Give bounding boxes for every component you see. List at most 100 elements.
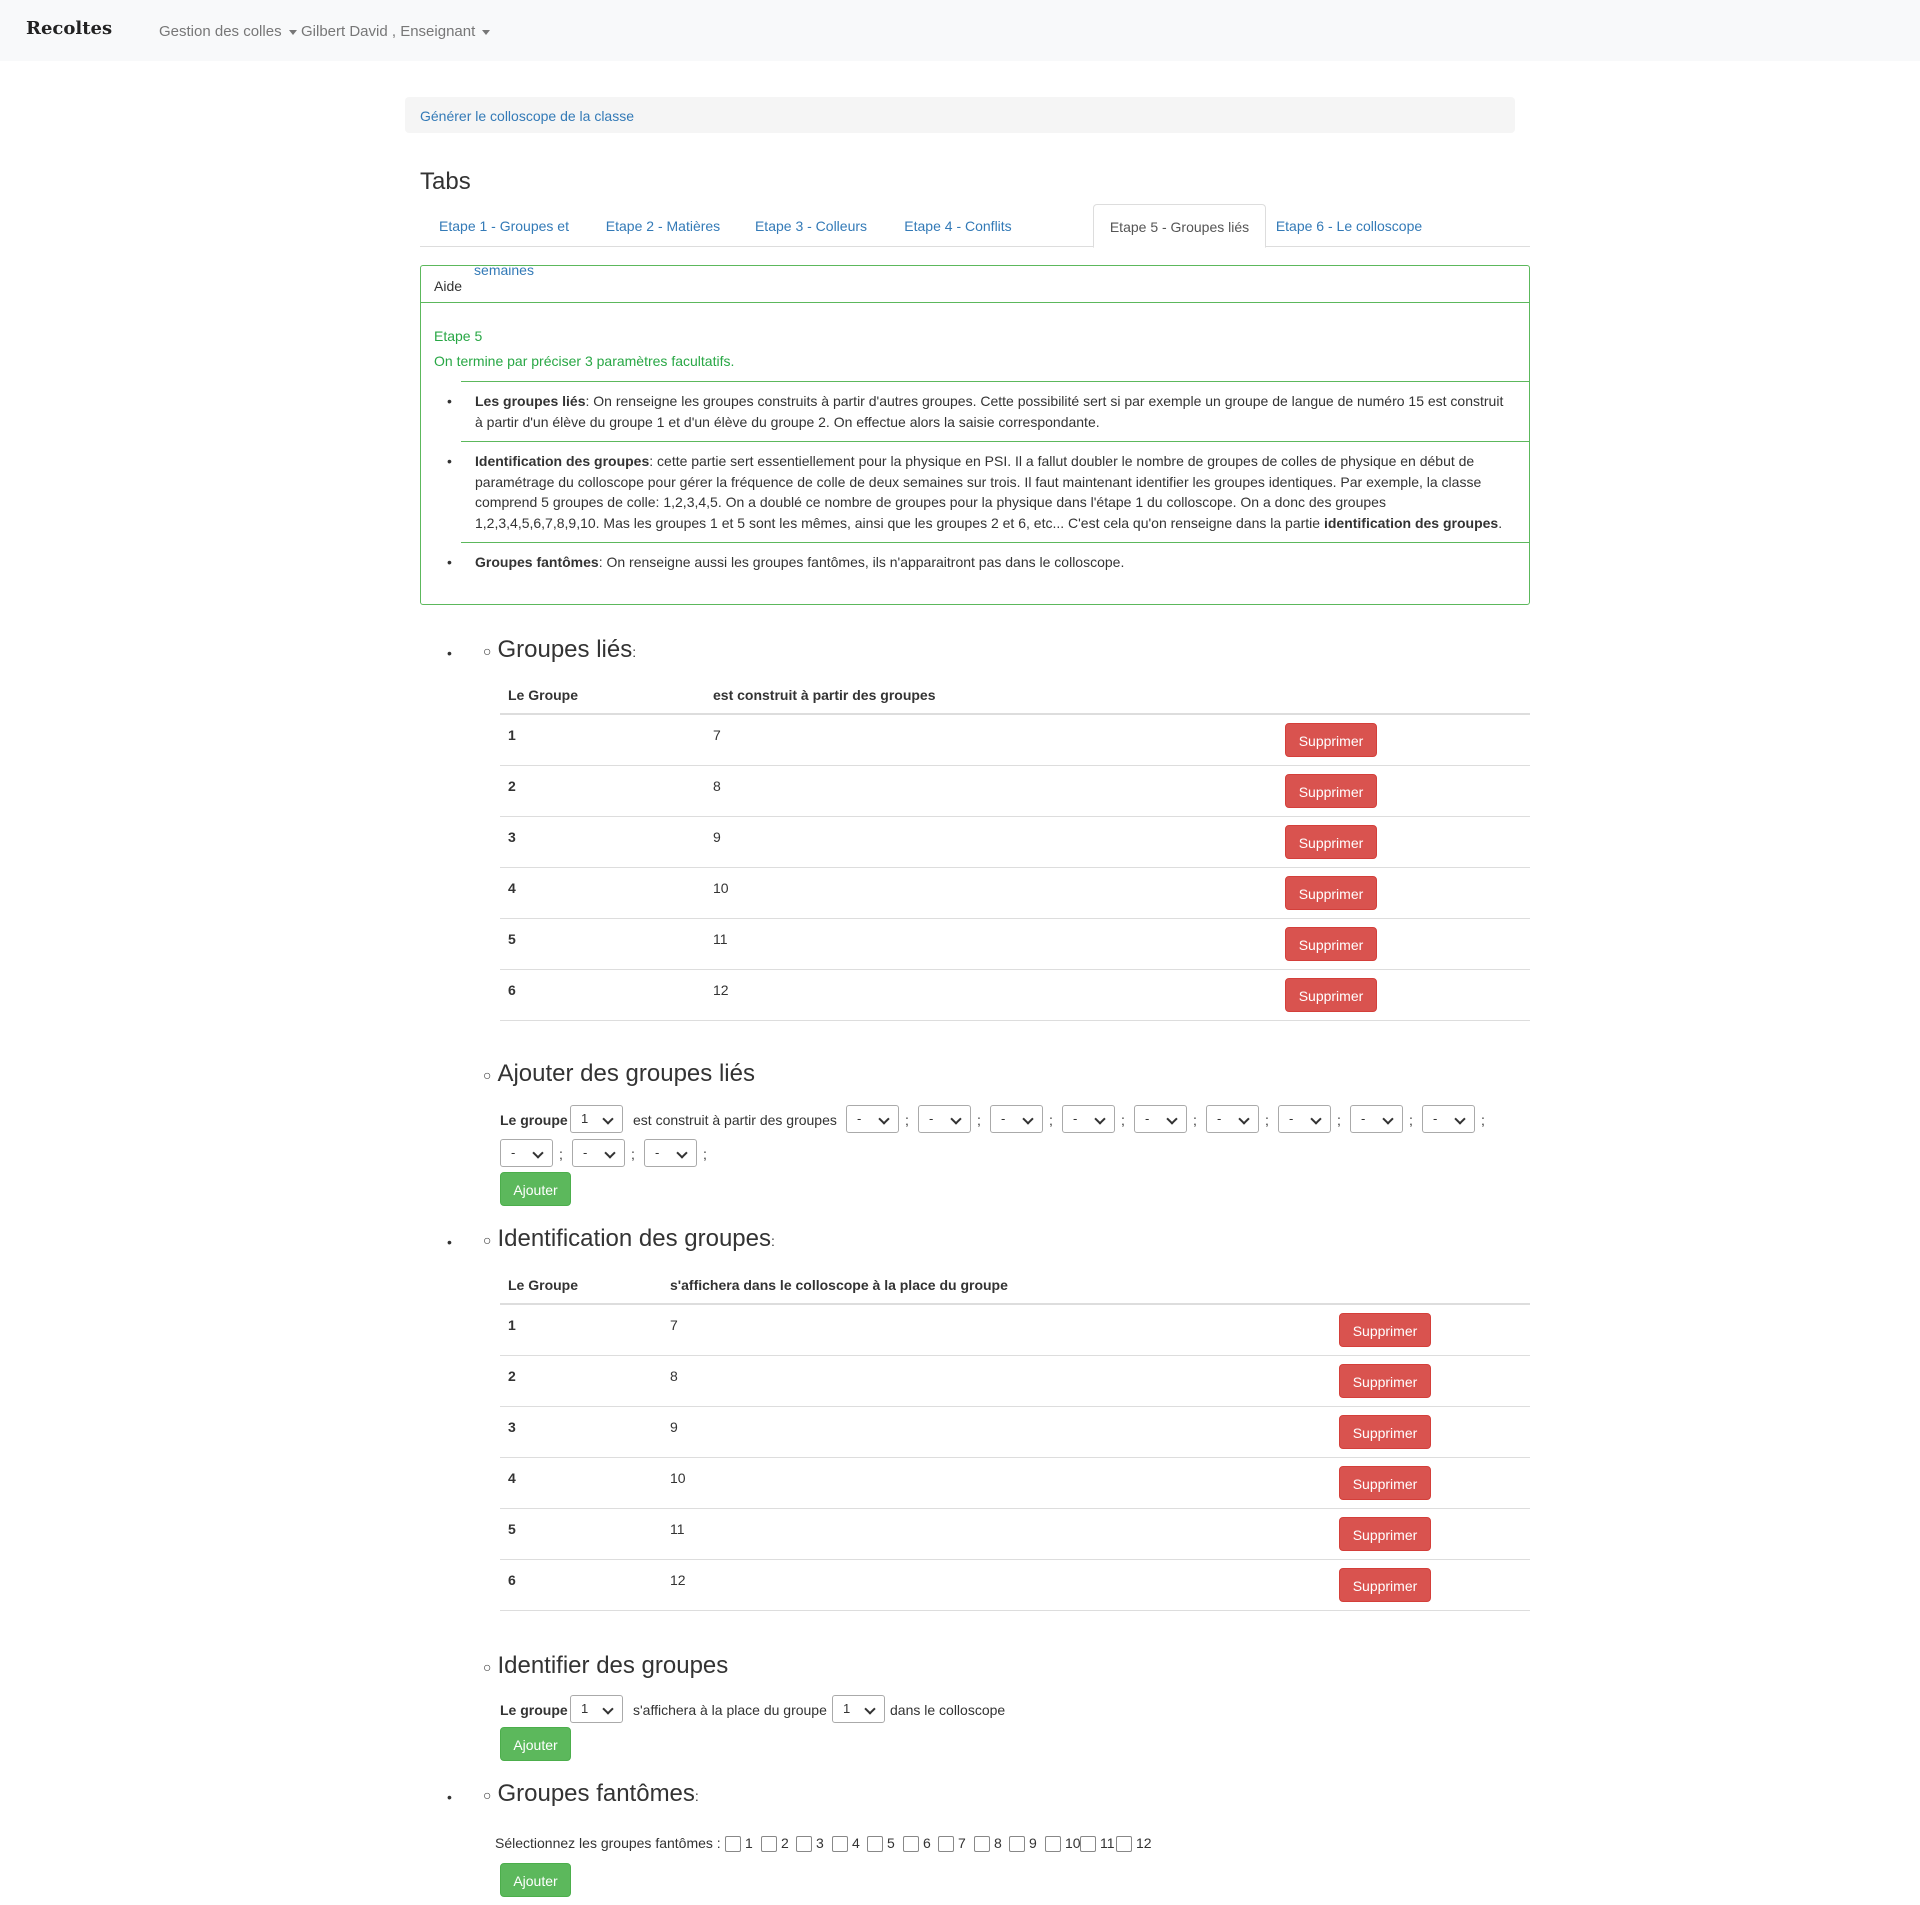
supprimer-button[interactable]: Supprimer	[1285, 978, 1377, 1012]
source-group-select[interactable]: -	[1350, 1105, 1403, 1133]
ghost-group-checkbox[interactable]	[1009, 1836, 1025, 1852]
circle-bullet-icon: ○	[483, 642, 492, 659]
menu-gestion-colles[interactable]: Gestion des colles	[159, 23, 297, 40]
source-group-select[interactable]: -	[1278, 1105, 1331, 1133]
identifier-target-select[interactable]: 1	[832, 1695, 885, 1723]
table-cell-value: 8	[713, 778, 721, 794]
ghost-group-checkbox[interactable]	[832, 1836, 848, 1852]
ghost-group-label: 5	[887, 1835, 895, 1851]
table-cell-value: 12	[713, 982, 729, 998]
tab-etape-5[interactable]: Etape 5 - Groupes liés	[1093, 204, 1266, 248]
th-construit: est construit à partir des groupes	[713, 687, 936, 703]
ajouter-fantomes-button[interactable]: Ajouter	[500, 1863, 571, 1897]
table-cell-value: 11	[713, 931, 728, 947]
help-item-text: : On renseigne les groupes construits à …	[475, 393, 1504, 430]
ghost-group-checkbox[interactable]	[974, 1836, 990, 1852]
ghost-group-checkbox[interactable]	[761, 1836, 777, 1852]
tab-etape-3[interactable]: Etape 3 - Colleurs	[738, 204, 884, 245]
separator: ;	[1337, 1112, 1341, 1128]
ghost-group-label: 11	[1100, 1835, 1115, 1851]
source-group-select[interactable]: -	[918, 1105, 971, 1133]
select-value: -	[929, 1111, 934, 1126]
tab-etape-6[interactable]: Etape 6 - Le colloscope	[1265, 204, 1433, 245]
ghost-group-checkbox[interactable]	[725, 1836, 741, 1852]
supprimer-button[interactable]: Supprimer	[1285, 876, 1377, 910]
ghost-group-checkbox[interactable]	[903, 1836, 919, 1852]
separator: ;	[631, 1146, 635, 1162]
select-value: -	[1217, 1111, 1222, 1126]
section-title-text: Identification des groupes	[497, 1225, 771, 1252]
table-cell-groupe: 4	[508, 1470, 516, 1486]
ajouter-identifier-button[interactable]: Ajouter	[500, 1727, 571, 1761]
source-group-select[interactable]: -	[846, 1105, 899, 1133]
table-cell-value: 12	[670, 1572, 686, 1588]
ghost-group-label: 6	[923, 1835, 931, 1851]
separator: ;	[559, 1146, 563, 1162]
select-value: -	[1433, 1111, 1438, 1126]
separator: ;	[905, 1112, 909, 1128]
ghost-group-checkbox[interactable]	[867, 1836, 883, 1852]
circle-bullet-icon: ○	[483, 1231, 492, 1248]
fantomes-label: Sélectionnez les groupes fantômes :	[495, 1835, 721, 1851]
table-cell-groupe: 3	[508, 1419, 516, 1435]
ghost-group-checkbox[interactable]	[1080, 1836, 1096, 1852]
identifier-groupe-select[interactable]: 1	[570, 1695, 623, 1723]
top-navbar: Recoltes Gestion des colles Gilbert Davi…	[0, 0, 1920, 61]
source-group-select[interactable]: -	[990, 1105, 1043, 1133]
chevron-down-icon	[1454, 1113, 1466, 1125]
ajouter-lies-button[interactable]: Ajouter	[500, 1172, 571, 1206]
section-title-text: Groupes fantômes	[497, 1780, 695, 1807]
chevron-down-icon	[1238, 1113, 1250, 1125]
source-group-select[interactable]: -	[1062, 1105, 1115, 1133]
section-title-text: Identifier des groupes	[497, 1652, 729, 1679]
brand-logo[interactable]: Recoltes	[26, 18, 112, 39]
supprimer-button[interactable]: Supprimer	[1285, 774, 1377, 808]
ghost-group-checkbox[interactable]	[1116, 1836, 1132, 1852]
source-group-select[interactable]: -	[644, 1139, 697, 1167]
supprimer-button[interactable]: Supprimer	[1339, 1364, 1431, 1398]
source-group-select[interactable]: -	[1422, 1105, 1475, 1133]
table-cell-value: 11	[670, 1521, 685, 1537]
supprimer-button[interactable]: Supprimer	[1339, 1568, 1431, 1602]
separator: ;	[1265, 1112, 1269, 1128]
source-group-select[interactable]: -	[500, 1139, 553, 1167]
supprimer-button[interactable]: Supprimer	[1339, 1517, 1431, 1551]
tab-etape-4[interactable]: Etape 4 - Conflits	[884, 204, 1032, 245]
table-row-divider	[500, 1020, 1530, 1021]
generate-colloscope-link[interactable]: Générer le colloscope de la classe	[420, 108, 634, 124]
select-value: -	[1145, 1111, 1150, 1126]
generate-bar: Générer le colloscope de la classe	[405, 97, 1515, 133]
supprimer-button[interactable]: Supprimer	[1339, 1415, 1431, 1449]
groupe-select[interactable]: 1	[570, 1105, 623, 1133]
source-group-select[interactable]: -	[1134, 1105, 1187, 1133]
table-cell-groupe: 5	[508, 1521, 516, 1537]
chevron-down-icon	[950, 1113, 962, 1125]
table-cell-groupe: 1	[508, 727, 516, 743]
separator: ;	[1481, 1112, 1485, 1128]
table-row-divider	[500, 1559, 1530, 1560]
ghost-group-checkbox[interactable]	[796, 1836, 812, 1852]
supprimer-button[interactable]: Supprimer	[1285, 825, 1377, 859]
table-cell-value: 7	[713, 727, 721, 743]
separator: ;	[977, 1112, 981, 1128]
section-title-text: Ajouter des groupes liés	[497, 1060, 755, 1087]
th-le-groupe: Le Groupe	[508, 687, 579, 703]
section-ajouter-lies-title: ○ Ajouter des groupes liés	[483, 1060, 755, 1088]
supprimer-button[interactable]: Supprimer	[1285, 723, 1377, 757]
ghost-group-checkbox[interactable]	[938, 1836, 954, 1852]
supprimer-button[interactable]: Supprimer	[1339, 1313, 1431, 1347]
menu-user[interactable]: Gilbert David , Enseignant	[301, 23, 491, 40]
tab-etape-1[interactable]: Etape 1 - Groupes et semaines	[420, 204, 588, 278]
table-cell-groupe: 1	[508, 1317, 516, 1333]
le-groupe-label: Le groupe	[500, 1112, 568, 1128]
chevron-down-icon	[676, 1147, 688, 1159]
ghost-group-label: 7	[958, 1835, 966, 1851]
chevron-down-icon	[878, 1113, 890, 1125]
tab-etape-2[interactable]: Etape 2 - Matières	[588, 204, 738, 245]
ghost-group-checkbox[interactable]	[1045, 1836, 1061, 1852]
supprimer-button[interactable]: Supprimer	[1285, 927, 1377, 961]
supprimer-button[interactable]: Supprimer	[1339, 1466, 1431, 1500]
list-bullet: •	[447, 645, 452, 661]
source-group-select[interactable]: -	[572, 1139, 625, 1167]
source-group-select[interactable]: -	[1206, 1105, 1259, 1133]
